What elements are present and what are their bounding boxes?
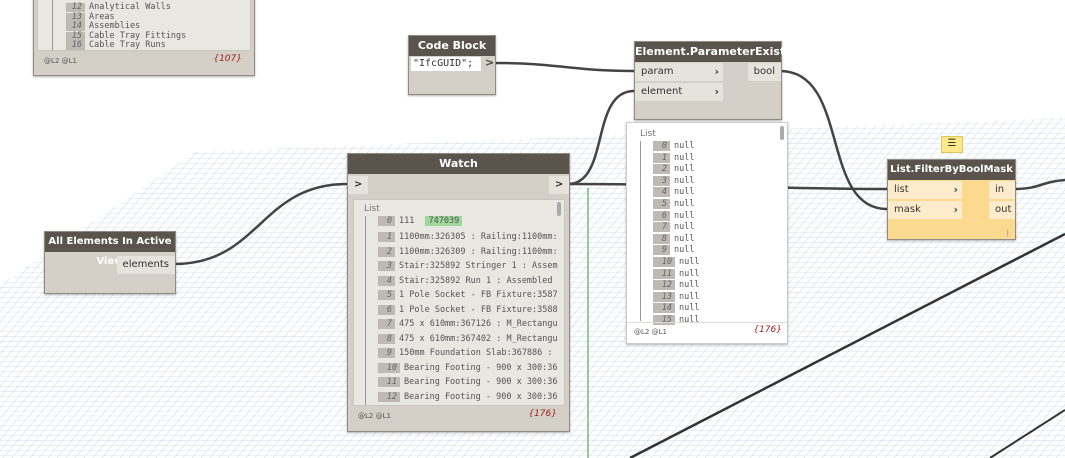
list-item: 6 null bbox=[653, 210, 694, 221]
wire-code-param[interactable] bbox=[493, 61, 635, 73]
code-block-node[interactable]: Code Block "IfcGUID"; > bbox=[408, 35, 496, 95]
chevron-right-icon: › bbox=[953, 203, 958, 216]
input-port-list[interactable]: list › bbox=[888, 181, 962, 199]
node-title: Element.ParameterExists bbox=[635, 42, 792, 62]
scrollbar[interactable] bbox=[557, 202, 561, 216]
node-title: Code Block bbox=[409, 36, 495, 56]
list-item: 2 null bbox=[653, 164, 694, 175]
list-item: 4 Stair:325892 Run 1 : Assembled bbox=[378, 275, 553, 286]
list-item: 12 null bbox=[653, 280, 699, 291]
list-item: 10 Bearing Footing - 900 x 300:36 bbox=[378, 362, 558, 373]
node-title: List.FilterByBoolMask bbox=[888, 160, 1015, 180]
chevron-right-icon: › bbox=[714, 85, 719, 98]
watch-list: List 0 111 747039 1 1100mm:326305 : Railin… bbox=[353, 199, 565, 406]
list-item: 8 475 x 610mm:367402 : M_Rectangu bbox=[378, 333, 558, 344]
output-port-out[interactable]: out bbox=[989, 201, 1015, 219]
item-count: {176} bbox=[528, 409, 557, 419]
list-item: 11 Bearing Footing - 900 x 300:36 bbox=[378, 377, 558, 387]
list-item: 9 null bbox=[653, 245, 694, 256]
list-label: List bbox=[640, 129, 656, 139]
list-item: 13 null bbox=[653, 291, 699, 302]
list-item: 11 null bbox=[653, 268, 699, 279]
list-item: 7 475 x 610mm:367126 : M_Rectangu bbox=[378, 319, 558, 329]
scrollbar[interactable] bbox=[780, 126, 784, 140]
value-highlight: 747039 bbox=[425, 216, 463, 226]
output-port-in[interactable]: in bbox=[989, 181, 1015, 199]
list-item: 0 111 747039 bbox=[378, 216, 463, 226]
output-port-elements[interactable]: elements bbox=[116, 256, 175, 274]
input-port-param[interactable]: param › bbox=[635, 63, 723, 81]
chevron-right-icon: › bbox=[953, 183, 958, 196]
output-port[interactable]: > bbox=[485, 56, 494, 69]
input-port-element[interactable]: element › bbox=[635, 83, 723, 101]
lacing-indicator: | bbox=[1006, 229, 1009, 237]
filter-by-bool-mask-node[interactable]: List.FilterByBoolMask list › mask › in out… bbox=[887, 159, 1016, 240]
parameter-exists-preview[interactable]: List 0 null 1 null 2 null 3 null 4 null 5 null 6 null… bbox=[626, 122, 788, 344]
input-port-mask[interactable]: mask › bbox=[888, 201, 962, 219]
comment-icon[interactable]: ☰ bbox=[941, 136, 963, 153]
categories-node[interactable]: 12 Analytical Walls 13 Areas 14 Assemblies … bbox=[33, 0, 255, 76]
list-item: 3 null bbox=[653, 175, 694, 186]
list-item: 0 null bbox=[653, 141, 694, 151]
node-title: All Elements In Active View bbox=[45, 232, 175, 267]
list-item: 12 Analytical Walls bbox=[66, 3, 171, 12]
list-item: 12 Bearing Footing - 900 x 300:36 bbox=[378, 391, 558, 402]
item-count: {107} bbox=[213, 54, 242, 64]
node-title: Watch bbox=[348, 154, 569, 174]
list-item: 16 Cable Tray Runs bbox=[66, 41, 166, 50]
output-port[interactable]: > bbox=[549, 176, 569, 194]
list-item: 7 null bbox=[653, 222, 694, 233]
list-item: 5 null bbox=[653, 199, 694, 209]
parameter-exists-node[interactable]: Element.ParameterExists param › element › … bbox=[634, 41, 792, 120]
list-item: 51 Pole Socket - FB Fixture:3587 bbox=[378, 290, 558, 300]
output-port-bool[interactable]: bool bbox=[747, 63, 781, 81]
list-item: 4 null bbox=[653, 187, 694, 198]
watch-node[interactable]: Watch > > List 0 111 747039 1 1100mm:32630… bbox=[347, 153, 570, 432]
list-item: 15 null bbox=[653, 315, 699, 325]
list-item: 2 1100mm:326309 : Railing:1100mm: bbox=[378, 246, 558, 257]
all-elements-node[interactable]: All Elements In Active View elements bbox=[44, 231, 176, 294]
item-count: {176} bbox=[753, 325, 782, 335]
categories-list: 12 Analytical Walls 13 Areas 14 Assemblies … bbox=[37, 0, 251, 51]
list-item: 10 null bbox=[653, 257, 699, 267]
levels-label: @L2 @L1 bbox=[358, 412, 391, 420]
chevron-right-icon: › bbox=[714, 65, 719, 78]
list-item: 9 150mm Foundation Slab:367886 : bbox=[378, 348, 553, 358]
input-port[interactable]: > bbox=[348, 176, 368, 194]
code-input[interactable]: "IfcGUID"; bbox=[411, 57, 481, 71]
list-label: List bbox=[364, 204, 380, 214]
list-item: 3 Stair:325892 Stringer 1 : Assem bbox=[378, 261, 558, 271]
list-item: 61 Pole Socket - FB Fixture:3588 bbox=[378, 304, 558, 315]
levels-label: @L2 @L1 bbox=[634, 328, 667, 336]
list-item: 8 null bbox=[653, 233, 694, 244]
list-item: 14 null bbox=[653, 303, 699, 314]
levels-label: @L2 @L1 bbox=[44, 57, 77, 65]
list-item: 1 1100mm:326305 : Railing:1100mm: bbox=[378, 232, 558, 242]
list-item: 1 null bbox=[653, 152, 694, 163]
